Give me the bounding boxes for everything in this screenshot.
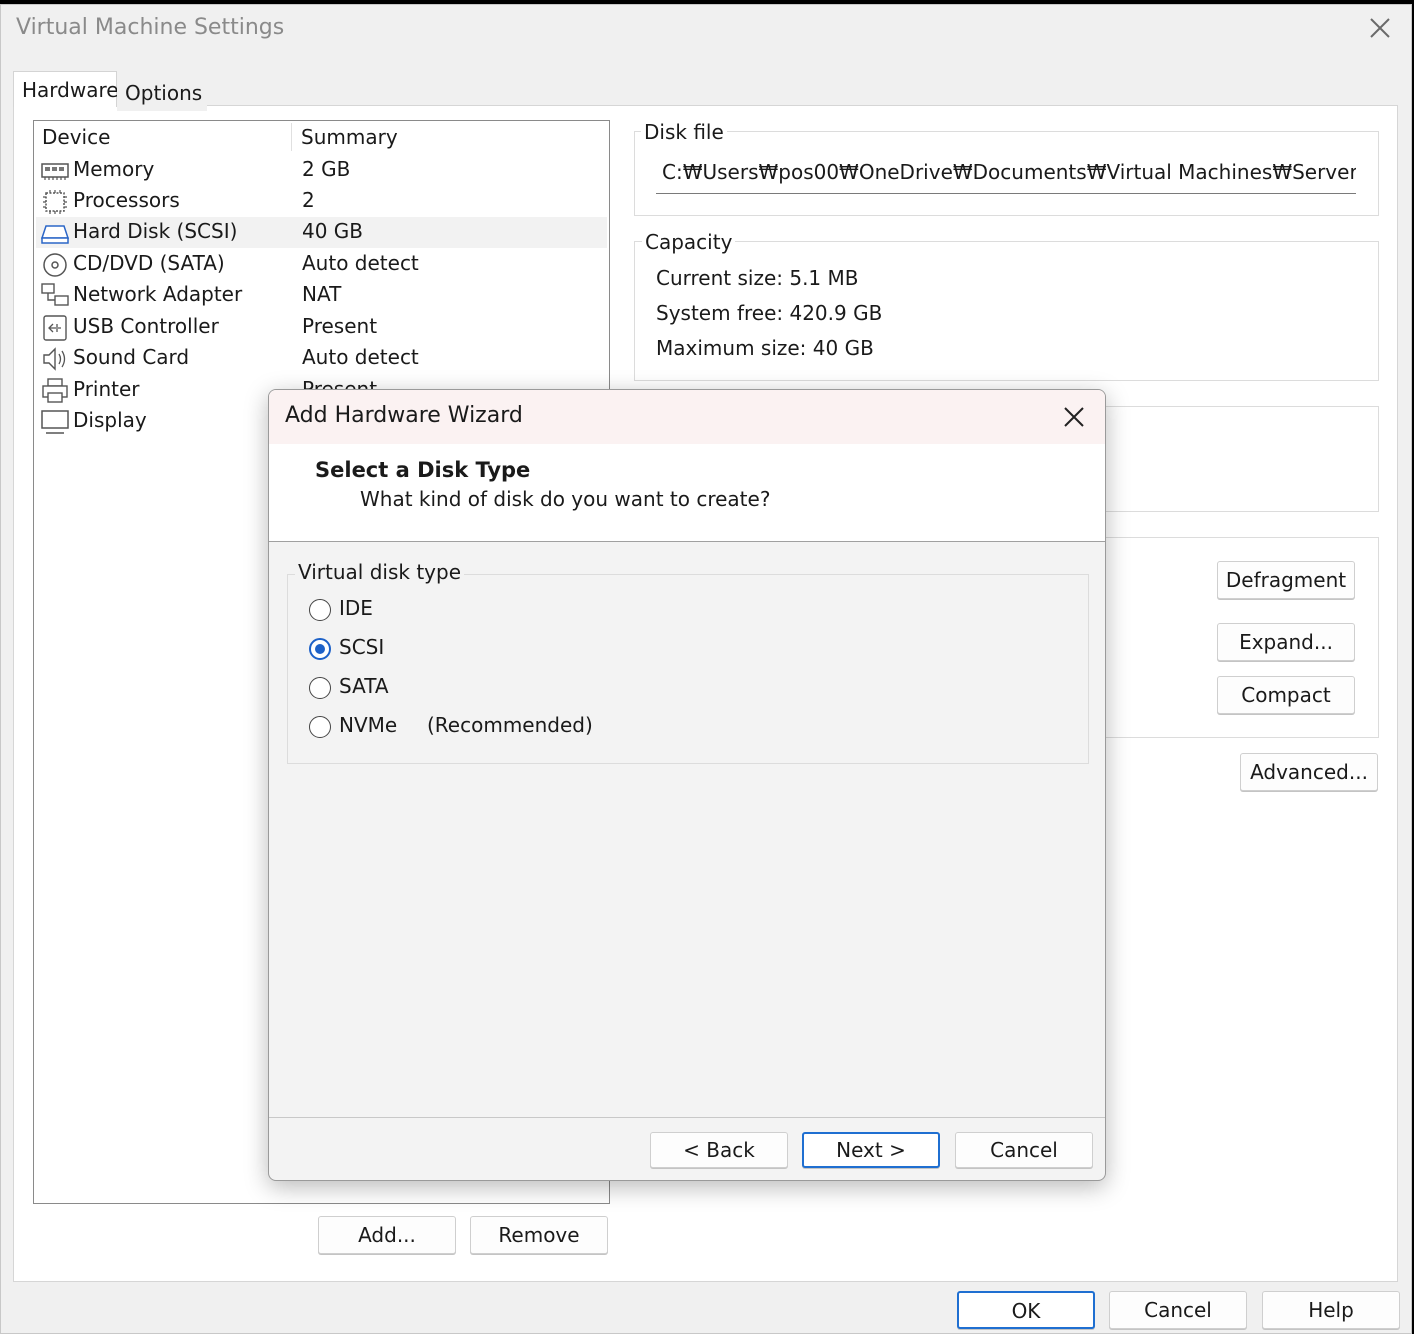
device-name: Sound Card xyxy=(73,345,190,369)
device-summary: 2 GB xyxy=(302,157,351,181)
device-name: Display xyxy=(73,408,147,432)
tab-hardware[interactable]: Hardware xyxy=(13,71,119,107)
column-separator xyxy=(291,123,292,151)
radio-button-selected[interactable] xyxy=(309,638,331,660)
device-column-header[interactable]: Device xyxy=(42,125,110,149)
system-free: System free: 420.9 GB xyxy=(656,301,883,325)
defragment-button[interactable]: Defragment xyxy=(1217,561,1355,599)
summary-column-header[interactable]: Summary xyxy=(301,125,398,149)
hard-disk-icon xyxy=(40,225,70,244)
back-button[interactable]: < Back xyxy=(650,1132,788,1168)
next-button[interactable]: Next > xyxy=(802,1132,940,1168)
help-button[interactable]: Help xyxy=(1262,1291,1400,1329)
advanced-button[interactable]: Advanced... xyxy=(1240,753,1378,791)
capacity-label: Capacity xyxy=(642,230,736,254)
cd-dvd-icon xyxy=(43,253,67,277)
recommended-note: (Recommended) xyxy=(427,713,593,737)
radio-label: SATA xyxy=(339,674,389,698)
printer-icon xyxy=(42,378,68,403)
device-name: Printer xyxy=(73,377,140,401)
wizard-heading: Select a Disk Type xyxy=(315,458,531,482)
maximum-size: Maximum size: 40 GB xyxy=(656,336,874,360)
processor-icon xyxy=(43,190,67,214)
usb-icon xyxy=(43,315,67,341)
radio-label: NVMe xyxy=(339,713,398,737)
device-row-hard-disk[interactable]: Hard Disk (SCSI) 40 GB xyxy=(36,217,607,248)
radio-label: SCSI xyxy=(339,635,385,659)
wizard-subheading: What kind of disk do you want to create? xyxy=(360,487,771,511)
window-title: Virtual Machine Settings xyxy=(16,15,285,40)
wizard-title: Add Hardware Wizard xyxy=(285,403,523,428)
device-name: Memory xyxy=(73,157,155,181)
device-name: Processors xyxy=(73,188,180,212)
device-summary: Present xyxy=(302,314,378,338)
device-row-usb-controller[interactable]: USB Controller Present xyxy=(36,312,607,343)
radio-button[interactable] xyxy=(309,716,331,738)
device-row-sound-card[interactable]: Sound Card Auto detect xyxy=(36,343,607,374)
tab-options[interactable]: Options xyxy=(117,75,207,111)
device-row-processors[interactable]: Processors 2 xyxy=(36,186,607,217)
expand-button[interactable]: Expand... xyxy=(1217,623,1355,661)
device-name: Network Adapter xyxy=(73,282,243,306)
compact-button[interactable]: Compact xyxy=(1217,676,1355,714)
device-row-network-adapter[interactable]: Network Adapter NAT xyxy=(36,280,607,311)
radio-label: IDE xyxy=(339,596,373,620)
device-summary: Auto detect xyxy=(302,345,419,369)
remove-hardware-button[interactable]: Remove xyxy=(470,1216,608,1254)
settings-cancel-button[interactable]: Cancel xyxy=(1109,1291,1247,1329)
radio-button[interactable] xyxy=(309,599,331,621)
device-summary: 2 xyxy=(302,188,315,212)
wizard-titlebar: Add Hardware Wizard xyxy=(269,390,1105,444)
virtual-disk-type-label: Virtual disk type xyxy=(295,560,464,584)
close-icon[interactable] xyxy=(1367,15,1393,41)
close-icon[interactable] xyxy=(1061,404,1087,430)
add-hardware-wizard: Add Hardware Wizard Select a Disk Type W… xyxy=(268,389,1106,1181)
wizard-cancel-button[interactable]: Cancel xyxy=(955,1132,1093,1168)
device-row-cd-dvd[interactable]: CD/DVD (SATA) Auto detect xyxy=(36,249,607,280)
display-icon xyxy=(41,410,69,434)
wizard-footer-divider xyxy=(269,1117,1105,1118)
device-summary: Auto detect xyxy=(302,251,419,275)
device-name: USB Controller xyxy=(73,314,219,338)
current-size: Current size: 5.1 MB xyxy=(656,266,859,290)
device-row-memory[interactable]: Memory 2 GB xyxy=(36,155,607,186)
disk-file-label: Disk file xyxy=(641,120,727,144)
memory-icon xyxy=(41,163,69,180)
device-name: Hard Disk (SCSI) xyxy=(73,219,238,243)
device-summary: NAT xyxy=(302,282,342,306)
add-hardware-button[interactable]: Add... xyxy=(318,1216,456,1254)
wizard-header: Select a Disk Type What kind of disk do … xyxy=(269,444,1105,542)
device-name: CD/DVD (SATA) xyxy=(73,251,225,275)
disk-file-path[interactable]: C:₩Users₩pos00₩OneDrive₩Documents₩Virtua… xyxy=(656,152,1356,194)
ok-button[interactable]: OK xyxy=(957,1291,1095,1329)
radio-button[interactable] xyxy=(309,677,331,699)
device-summary: 40 GB xyxy=(302,219,364,243)
virtual-disk-type-group xyxy=(287,574,1089,764)
sound-card-icon xyxy=(43,347,66,371)
network-adapter-icon xyxy=(41,283,69,306)
